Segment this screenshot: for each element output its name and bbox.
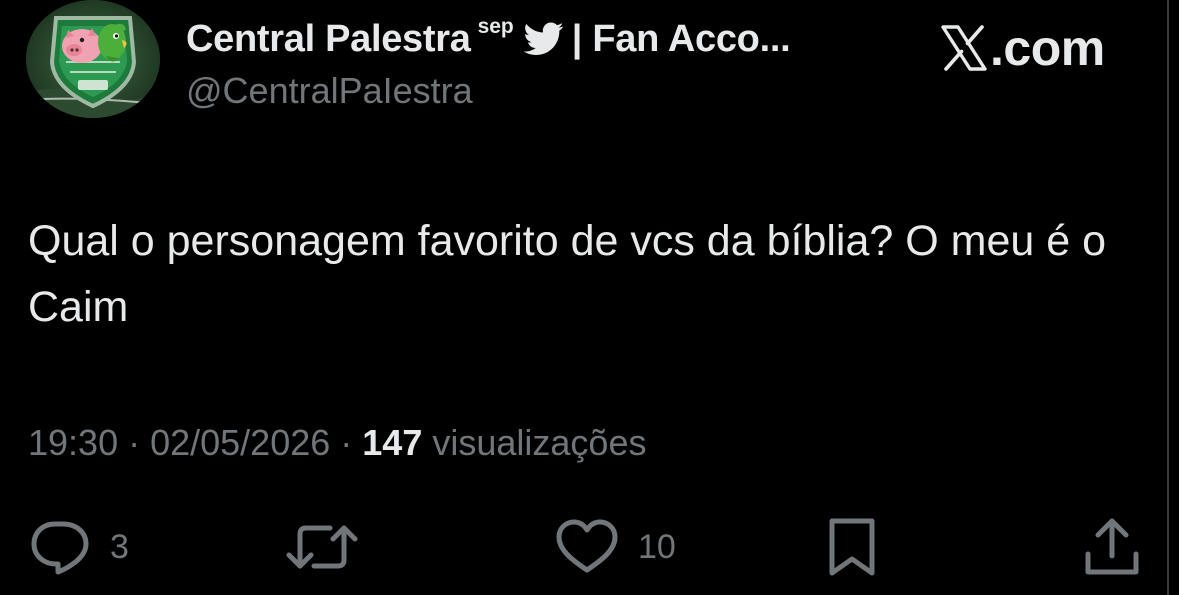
reply-button[interactable]: 3: [28, 512, 129, 582]
meta-separator: ·: [128, 422, 141, 463]
heart-icon: [554, 518, 620, 576]
x-logo-icon: [940, 25, 988, 71]
display-name[interactable]: Central Palestra: [186, 18, 471, 61]
tweet-actions: 3 10: [0, 512, 1179, 582]
name-superscript: sep: [477, 15, 514, 38]
avatar-image: [26, 0, 160, 118]
reply-count: 3: [110, 527, 129, 566]
tweet-meta: 19:30 · 02/05/2026 · 147 visualizações: [28, 422, 646, 464]
author-name-row[interactable]: Central Palestra sep | Fan Acco...: [186, 14, 791, 64]
retweet-button[interactable]: [286, 512, 376, 582]
share-icon: [1082, 516, 1142, 578]
meta-separator: ·: [340, 422, 353, 463]
reply-icon: [28, 518, 92, 576]
like-button[interactable]: 10: [554, 512, 676, 582]
like-count: 10: [638, 527, 676, 566]
author-handle[interactable]: @CentralPaIestra: [186, 70, 473, 112]
bookmark-button[interactable]: [824, 512, 880, 582]
tweet-text: Qual o personagem favorito de vcs da bíb…: [28, 217, 1107, 331]
x-com-brand: .com: [940, 18, 1105, 78]
avatar[interactable]: [26, 0, 160, 118]
tweet-time[interactable]: 19:30: [28, 422, 118, 464]
scroll-edge: [1163, 0, 1179, 595]
retweet-icon: [286, 518, 358, 576]
bookmark-icon: [824, 515, 880, 579]
brand-domain: .com: [990, 20, 1105, 76]
share-button[interactable]: [1082, 512, 1142, 582]
twitter-bird-icon: [523, 22, 564, 56]
name-suffix: | Fan Acco...: [571, 17, 791, 60]
views-count[interactable]: 147: [362, 422, 422, 464]
views-label: visualizações: [432, 422, 647, 463]
tweet-date[interactable]: 02/05/2026: [150, 422, 330, 464]
